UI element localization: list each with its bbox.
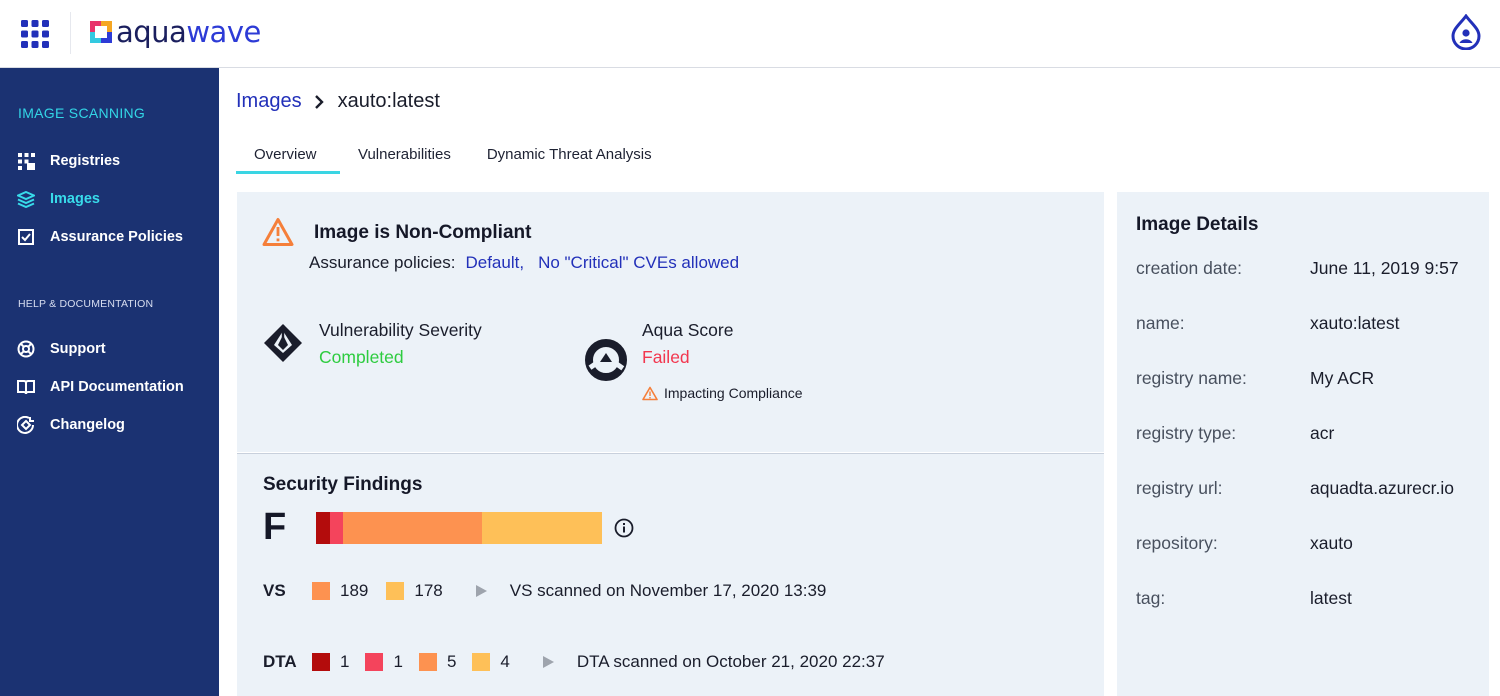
info-icon[interactable] (614, 518, 634, 538)
sidebar-item-registries[interactable]: Registries (0, 144, 219, 178)
sidebar: IMAGE SCANNING Registries Images Assuran… (0, 68, 219, 696)
assurance-policies-label: Assurance policies: (309, 253, 456, 272)
tab-bar: Overview Vulnerabilities Dynamic Threat … (236, 138, 670, 174)
sidebar-item-label: Images (50, 191, 100, 207)
detail-label: registry type: (1136, 423, 1237, 443)
breadcrumb: Images xauto:latest (236, 90, 440, 113)
severity-square (418, 653, 437, 671)
policy-link-no-critical[interactable]: No "Critical" CVEs allowed (538, 253, 739, 273)
impacting-compliance-note: Impacting Compliance (642, 385, 803, 401)
severity-square (365, 653, 384, 671)
aqua-score-status: Failed (642, 347, 690, 367)
play-icon[interactable] (475, 585, 487, 597)
sidebar-item-label: Registries (50, 153, 121, 169)
dta-count: 4 (500, 652, 510, 671)
vulnerability-severity-status: Completed (319, 347, 404, 367)
tab-overview[interactable]: Overview (236, 138, 340, 174)
aqua-score-icon (584, 338, 628, 387)
detail-value: aquadta.azurecr.io (1310, 478, 1454, 498)
warning-icon (262, 217, 294, 247)
severity-square (472, 653, 491, 671)
sidebar-item-label: Assurance Policies (50, 229, 183, 245)
compliance-panel: Image is Non-Compliant Assurance policie… (237, 192, 1104, 452)
vs-scanned-text: VS scanned on November 17, 2020 13:39 (509, 581, 827, 600)
sidebar-item-support[interactable]: Support (0, 332, 219, 366)
sidebar-item-label: API Documentation (50, 379, 184, 395)
dta-label: DTA (263, 652, 297, 671)
logo-text: aquawave (116, 15, 261, 49)
image-details-title: Image Details (1136, 214, 1259, 235)
aquawave-logo[interactable]: aquawave (88, 14, 261, 50)
sidebar-item-api-documentation[interactable]: API Documentation (0, 370, 219, 404)
aqua-score-title: Aqua Score (642, 320, 734, 340)
layers-icon (17, 190, 35, 208)
vulnerability-severity-title: Vulnerability Severity (319, 320, 482, 340)
vs-count: 189 (340, 581, 369, 600)
vulnerability-shield-icon (262, 322, 304, 369)
sidebar-item-label: Support (50, 341, 106, 357)
severity-square (312, 653, 330, 671)
image-details-panel: Image Details creation date: June 11, 20… (1117, 192, 1489, 696)
severity-bar-segment (343, 512, 482, 544)
play-icon[interactable] (542, 656, 554, 668)
top-divider (70, 12, 71, 54)
severity-bar-segment (481, 512, 602, 544)
detail-label: name: (1136, 313, 1185, 333)
sidebar-section-title: IMAGE SCANNING (18, 105, 146, 121)
detail-value: xauto (1310, 533, 1353, 553)
sidebar-item-images[interactable]: Images (0, 182, 219, 216)
tab-dynamic-threat-analysis[interactable]: Dynamic Threat Analysis (469, 138, 670, 174)
tab-vulnerabilities[interactable]: Vulnerabilities (340, 138, 469, 174)
detail-label: registry name: (1136, 368, 1247, 388)
book-icon (17, 378, 35, 396)
security-grade: F (263, 506, 287, 548)
support-icon (17, 340, 35, 358)
vs-label: VS (263, 581, 286, 600)
registries-icon (17, 152, 35, 170)
security-findings-title: Security Findings (263, 474, 423, 495)
user-drop-icon[interactable] (1450, 13, 1482, 51)
detail-value: My ACR (1310, 368, 1375, 388)
vs-findings-row: VS 189 178 VS scanned on November 17, 20… (263, 581, 826, 601)
warning-small-icon (642, 386, 658, 400)
dta-count: 5 (446, 652, 457, 671)
detail-label: tag: (1136, 588, 1166, 608)
help-section-title: HELP & DOCUMENTATION (18, 298, 154, 310)
sidebar-item-changelog[interactable]: Changelog (0, 408, 219, 442)
top-bar: aquawave (0, 0, 1500, 68)
severity-square (386, 582, 405, 600)
breadcrumb-images-link[interactable]: Images (236, 90, 302, 113)
detail-value: June 11, 2019 9:57 (1310, 258, 1459, 278)
severity-bar-segment (316, 512, 331, 544)
severity-bar-segment (330, 512, 344, 544)
detail-value: acr (1310, 423, 1335, 443)
detail-label: repository: (1136, 533, 1218, 553)
apps-grid-icon[interactable] (20, 19, 50, 49)
detail-label: registry url: (1136, 478, 1223, 498)
impacting-compliance-text: Impacting Compliance (664, 385, 803, 401)
breadcrumb-current: xauto:latest (337, 90, 440, 112)
vs-count: 178 (414, 581, 443, 600)
security-findings-panel: Security Findings F VS 189 178 VS scanne… (237, 453, 1104, 696)
compliance-title: Image is Non-Compliant (314, 222, 532, 243)
dta-count: 1 (393, 652, 403, 671)
severity-square (312, 582, 330, 600)
dta-findings-row: DTA 1 1 5 4 DTA scanned on October 21, 2… (263, 652, 885, 672)
policy-link-default[interactable]: Default, (465, 253, 524, 273)
assurance-policies-row: Assurance policies: Default, No "Critica… (309, 253, 739, 273)
dta-scanned-text: DTA scanned on October 21, 2020 22:37 (576, 652, 885, 671)
detail-value: latest (1310, 588, 1352, 608)
findings-severity-bar (316, 512, 602, 544)
changelog-icon (17, 416, 35, 434)
detail-label: creation date: (1136, 258, 1243, 278)
dta-count: 1 (340, 652, 350, 671)
detail-value: xauto:latest (1310, 313, 1400, 333)
sidebar-item-assurance-policies[interactable]: Assurance Policies (0, 220, 219, 254)
chevron-right-icon (314, 94, 324, 110)
sidebar-item-label: Changelog (50, 417, 125, 433)
checkbox-icon (17, 228, 35, 246)
logo-mark-icon (90, 21, 112, 43)
